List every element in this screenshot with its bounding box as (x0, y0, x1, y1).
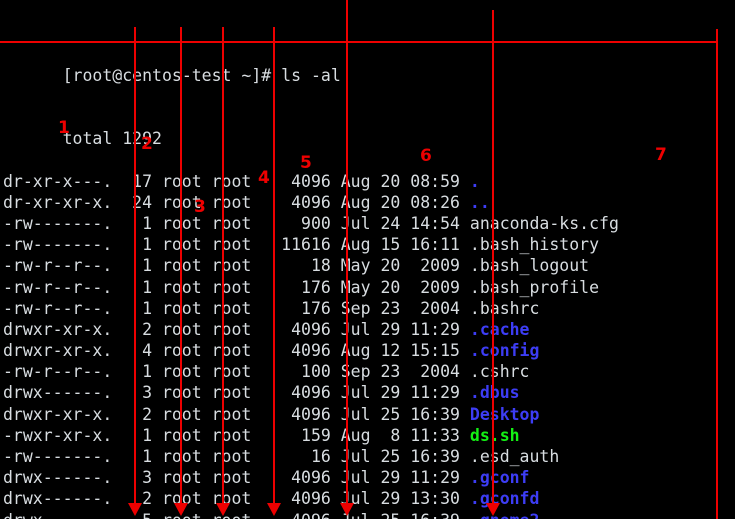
terminal-window[interactable]: [root@centos-test ~]# ls -al total 1292 … (0, 0, 735, 519)
file-row-metadata: drwx------. 2 root root 4096 Jul 29 13:3… (3, 489, 470, 509)
file-row-name: . (469, 171, 480, 191)
file-row-metadata: drwxr-xr-x. 2 root root 4096 Jul 29 11:2… (3, 319, 470, 339)
prompt-command: [root@centos-test ~]# ls -al (62, 65, 341, 85)
file-row-name: .gconfd (469, 489, 540, 509)
file-row-name: .bash_profile (469, 277, 600, 297)
file-listing-row: dr-xr-xr-x. 24 root root 4096 Aug 20 08:… (3, 192, 735, 213)
file-listing-row: dr-xr-x---. 17 root root 4096 Aug 20 08:… (3, 171, 735, 192)
file-row-name: anaconda-ks.cfg (469, 213, 619, 233)
file-row-metadata: dr-xr-x---. 17 root root 4096 Aug 20 08:… (3, 171, 470, 191)
file-row-name: .bash_logout (469, 256, 590, 276)
file-row-metadata: drwxr-xr-x. 4 root root 4096 Aug 12 15:1… (3, 341, 470, 361)
file-row-name: .cshrc (469, 362, 530, 382)
terminal-text-output: [root@centos-test ~]# ls -al total 1292 … (0, 0, 735, 519)
file-row-metadata: -rw-------. 1 root root 16 Jul 25 16:39 (3, 447, 470, 467)
file-listing: dr-xr-x---. 17 root root 4096 Aug 20 08:… (3, 171, 735, 519)
file-listing-row: -rw-------. 1 root root 900 Jul 24 14:54… (3, 213, 735, 234)
file-listing-row: drwxr-xr-x. 4 root root 4096 Aug 12 15:1… (3, 340, 735, 361)
file-row-name: .gnome2 (470, 511, 540, 519)
file-row-metadata: -rw-r--r--. 1 root root 18 May 20 2009 (3, 256, 470, 276)
file-row-metadata: drwx------. 3 root root 4096 Jul 29 11:2… (3, 468, 470, 488)
file-listing-row: -rw-------. 1 root root 11616 Aug 15 16:… (3, 234, 735, 255)
file-row-name: .config (469, 341, 540, 361)
file-row-metadata: drwxr-xr-x. 2 root root 4096 Jul 25 16:3… (3, 404, 470, 424)
file-row-name: .. (469, 192, 490, 212)
file-listing-row: drwxr-xr-x. 2 root root 4096 Jul 29 11:2… (3, 319, 735, 340)
prompt-line: [root@centos-test ~]# ls -al (3, 43, 735, 85)
file-row-metadata: drwx------. 5 root root 4096 Jul 25 16:3… (3, 511, 470, 519)
file-row-name: .dbus (469, 383, 520, 403)
file-listing-row: -rw-r--r--. 1 root root 18 May 20 2009 .… (3, 255, 735, 276)
file-row-metadata: drwx------. 3 root root 4096 Jul 29 11:2… (3, 383, 470, 403)
file-row-metadata: -rw-------. 1 root root 11616 Aug 15 16:… (3, 235, 470, 255)
file-listing-row: -rw-r--r--. 1 root root 176 May 20 2009 … (3, 277, 735, 298)
file-listing-row: drwx------. 3 root root 4096 Jul 29 11:2… (3, 382, 735, 403)
file-listing-row: drwx------. 2 root root 4096 Jul 29 13:3… (3, 488, 735, 509)
file-row-metadata: -rw-r--r--. 1 root root 176 May 20 2009 (3, 277, 470, 297)
file-row-metadata: -rwxr-xr-x. 1 root root 159 Aug 8 11:33 (3, 425, 470, 445)
file-row-metadata: -rw-r--r--. 1 root root 100 Sep 23 2004 (3, 362, 470, 382)
file-row-name: ds.sh (469, 425, 520, 445)
file-row-metadata: dr-xr-xr-x. 24 root root 4096 Aug 20 08:… (3, 192, 470, 212)
file-row-name: .cache (469, 319, 530, 339)
file-row-name: .gconf (469, 468, 530, 488)
file-row-name: .bash_history (469, 235, 600, 255)
file-listing-row: -rw-------. 1 root root 16 Jul 25 16:39 … (3, 446, 735, 467)
file-listing-row: drwxr-xr-x. 2 root root 4096 Jul 25 16:3… (3, 404, 735, 425)
file-listing-row: drwx------. 3 root root 4096 Jul 29 11:2… (3, 467, 735, 488)
file-listing-row: -rwxr-xr-x. 1 root root 159 Aug 8 11:33 … (3, 425, 735, 446)
file-row-name: .esd_auth (469, 447, 560, 467)
file-listing-row: -rw-r--r--. 1 root root 176 Sep 23 2004 … (3, 298, 735, 319)
file-row-name: .bashrc (469, 298, 540, 318)
total-line: total 1292 (3, 107, 735, 148)
file-row-metadata: -rw-r--r--. 1 root root 176 Sep 23 2004 (3, 298, 470, 318)
file-listing-row: -rw-r--r--. 1 root root 100 Sep 23 2004 … (3, 361, 735, 382)
total-size: total 1292 (62, 129, 162, 149)
file-row-name: Desktop (469, 404, 540, 424)
file-row-metadata: -rw-------. 1 root root 900 Jul 24 14:54 (3, 213, 470, 233)
file-listing-row: drwx------. 5 root root 4096 Jul 25 16:3… (3, 510, 735, 519)
